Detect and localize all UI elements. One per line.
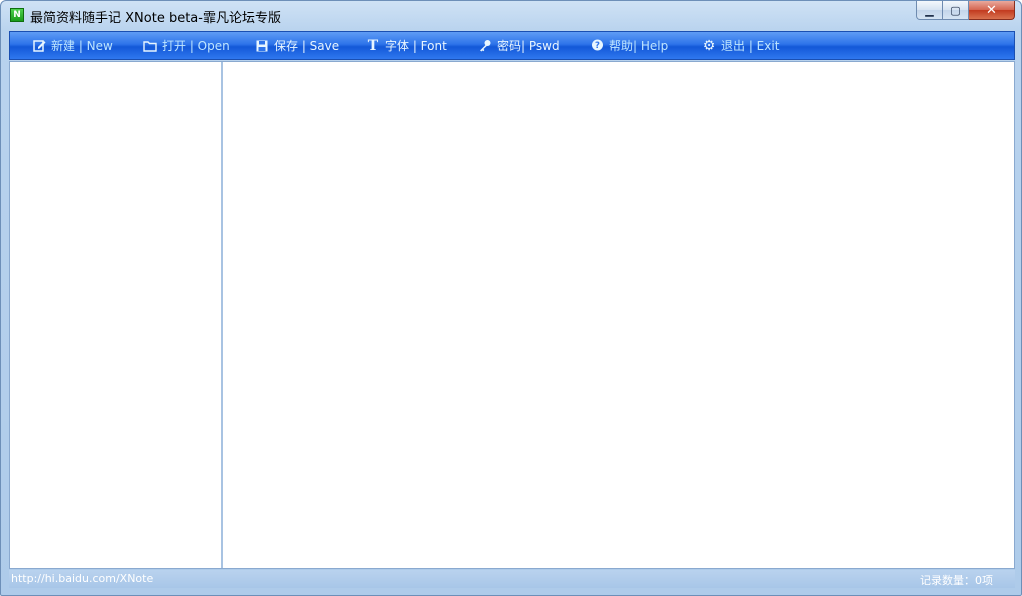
password-label: 密码| Pswd xyxy=(497,39,560,53)
svg-text:?: ? xyxy=(595,41,600,51)
open-button[interactable]: 打开 | Open xyxy=(143,32,230,59)
minimize-icon: ▁ xyxy=(925,3,934,17)
note-list-pane[interactable] xyxy=(10,62,221,568)
edit-icon xyxy=(32,39,46,53)
font-button[interactable]: T 字体 | Font xyxy=(366,32,447,59)
font-label: 字体 | Font xyxy=(385,39,447,53)
save-button[interactable]: 保存 | Save xyxy=(255,32,339,59)
window-title: 最简资料随手记 XNote beta-霏凡论坛专版 xyxy=(30,11,281,26)
window-controls: ▁ ▢ ✕ xyxy=(916,1,1015,21)
note-editor[interactable] xyxy=(223,62,1014,568)
key-icon xyxy=(478,39,492,53)
toolbar: 新建 | New 打开 | Open 保存 | Save T 字体 | Font… xyxy=(9,31,1015,60)
help-bubble-icon: ? xyxy=(590,39,604,53)
save-label: 保存 | Save xyxy=(274,39,340,53)
gear-icon: ⚙ xyxy=(702,37,716,54)
open-label: 打开 | Open xyxy=(162,39,230,53)
status-url[interactable]: http://hi.baidu.com/XNote xyxy=(11,572,153,585)
record-count: 记录数量：0项 xyxy=(920,574,993,587)
close-icon: ✕ xyxy=(986,2,997,18)
new-button[interactable]: 新建 | New xyxy=(32,32,113,59)
password-button[interactable]: 密码| Pswd xyxy=(478,32,560,59)
exit-button[interactable]: ⚙ 退出 | Exit xyxy=(702,32,780,59)
new-label: 新建 | New xyxy=(51,39,113,53)
help-label: 帮助| Help xyxy=(609,39,669,53)
help-button[interactable]: ? 帮助| Help xyxy=(590,32,668,59)
app-window: N 最简资料随手记 XNote beta-霏凡论坛专版 ▁ ▢ ✕ 新建 | N… xyxy=(0,0,1022,596)
maximize-icon: ▢ xyxy=(950,3,961,17)
floppy-disk-icon xyxy=(255,39,269,53)
minimize-button[interactable]: ▁ xyxy=(916,1,943,20)
xnote-app-icon[interactable]: N xyxy=(10,8,24,22)
client-area xyxy=(9,61,1015,569)
title-bar[interactable]: N 最简资料随手记 XNote beta-霏凡论坛专版 ▁ ▢ ✕ xyxy=(1,1,1021,31)
maximize-button[interactable]: ▢ xyxy=(943,1,969,20)
status-bar: http://hi.baidu.com/XNote 记录数量：0项 xyxy=(9,570,1015,588)
folder-icon xyxy=(143,39,157,53)
exit-label: 退出 | Exit xyxy=(721,39,780,53)
font-t-icon: T xyxy=(367,37,379,54)
close-button[interactable]: ✕ xyxy=(969,1,1015,20)
